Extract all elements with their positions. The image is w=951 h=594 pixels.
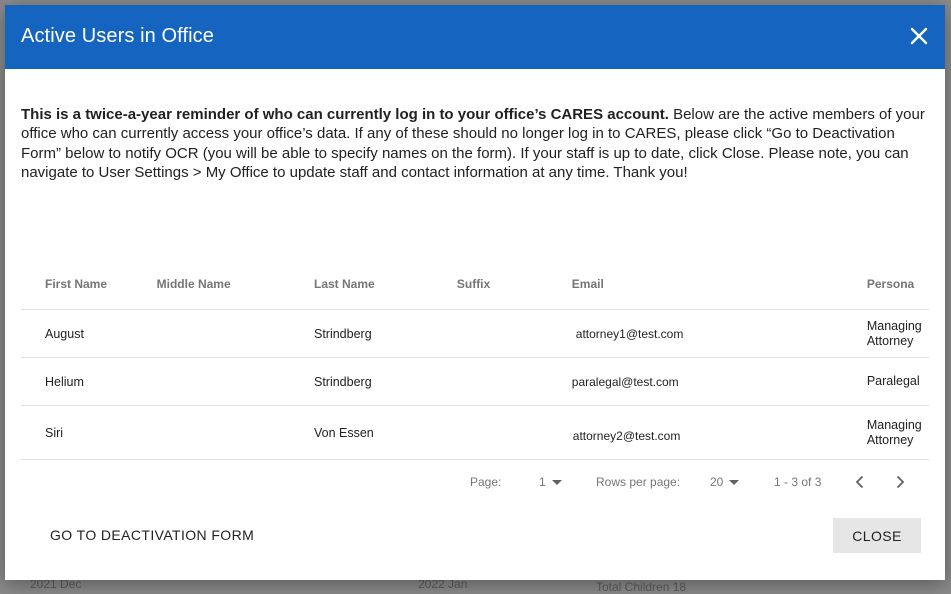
- active-users-dialog: Active Users in Office This is a twice-a…: [5, 5, 945, 580]
- page-range: 1 - 3 of 3: [774, 475, 822, 489]
- column-header-first-name[interactable]: First Name: [21, 259, 157, 310]
- close-icon[interactable]: [907, 24, 931, 48]
- table-row: August Strindberg attorney1@test.com Man…: [21, 309, 929, 358]
- cell-first-name: Siri: [21, 405, 157, 460]
- go-to-deactivation-form-button[interactable]: GO TO DEACTIVATION FORM: [38, 517, 266, 553]
- cell-middle-name: [156, 357, 314, 406]
- caret-down-icon: [729, 480, 740, 486]
- rows-per-page-label: Rows per page:: [596, 475, 681, 489]
- chevron-left-icon[interactable]: [851, 473, 869, 491]
- table-row: Helium Strindberg paralegal@test.com Par…: [21, 357, 929, 406]
- cell-persona: Paralegal: [866, 357, 929, 406]
- rows-per-page-select[interactable]: 20: [710, 475, 740, 489]
- chevron-right-icon[interactable]: [891, 473, 909, 491]
- reminder-message: This is a twice-a-year reminder of who c…: [21, 105, 926, 182]
- cell-first-name: Helium: [21, 357, 157, 406]
- column-header-middle-name[interactable]: Middle Name: [156, 259, 314, 310]
- column-header-email[interactable]: Email: [571, 259, 867, 310]
- cell-last-name: Von Essen: [313, 405, 457, 460]
- active-users-table: First Name Middle Name Last Name Suffix …: [21, 259, 929, 460]
- cell-last-name: Strindberg: [313, 357, 457, 406]
- dialog-title: Active Users in Office: [21, 25, 215, 47]
- cell-email: attorney1@test.com: [571, 309, 867, 358]
- table-row: Siri Von Essen attorney2@test.com Managi…: [21, 405, 929, 460]
- cell-email: attorney2@test.com: [571, 405, 867, 460]
- column-header-persona[interactable]: Persona: [866, 259, 929, 310]
- cell-first-name: August: [21, 309, 157, 358]
- cell-middle-name: [156, 405, 314, 460]
- column-header-suffix[interactable]: Suffix: [456, 259, 572, 310]
- table-header-row: First Name Middle Name Last Name Suffix …: [21, 259, 929, 310]
- cell-suffix: [456, 309, 572, 358]
- cell-persona: Managing Attorney: [866, 405, 929, 460]
- page-select-value: 1: [539, 475, 546, 489]
- rows-per-page-value: 20: [710, 475, 724, 489]
- table-pagination: Page: 1 Rows per page: 20 1 - 3 of 3: [5, 471, 945, 493]
- background-fragment: Total Children 18: [596, 580, 687, 594]
- close-button[interactable]: CLOSE: [833, 518, 921, 553]
- cell-persona: Managing Attorney: [866, 309, 929, 358]
- caret-down-icon: [551, 480, 562, 486]
- cell-email: paralegal@test.com: [571, 357, 867, 406]
- cell-last-name: Strindberg: [313, 309, 457, 358]
- page-label: Page:: [470, 475, 502, 489]
- dialog-header: Active Users in Office: [5, 5, 945, 69]
- page-select[interactable]: 1: [539, 475, 562, 489]
- column-header-last-name[interactable]: Last Name: [313, 259, 457, 310]
- cell-middle-name: [156, 309, 314, 358]
- cell-suffix: [456, 405, 572, 460]
- cell-suffix: [456, 357, 572, 406]
- reminder-message-bold: This is a twice-a-year reminder of who c…: [21, 106, 669, 123]
